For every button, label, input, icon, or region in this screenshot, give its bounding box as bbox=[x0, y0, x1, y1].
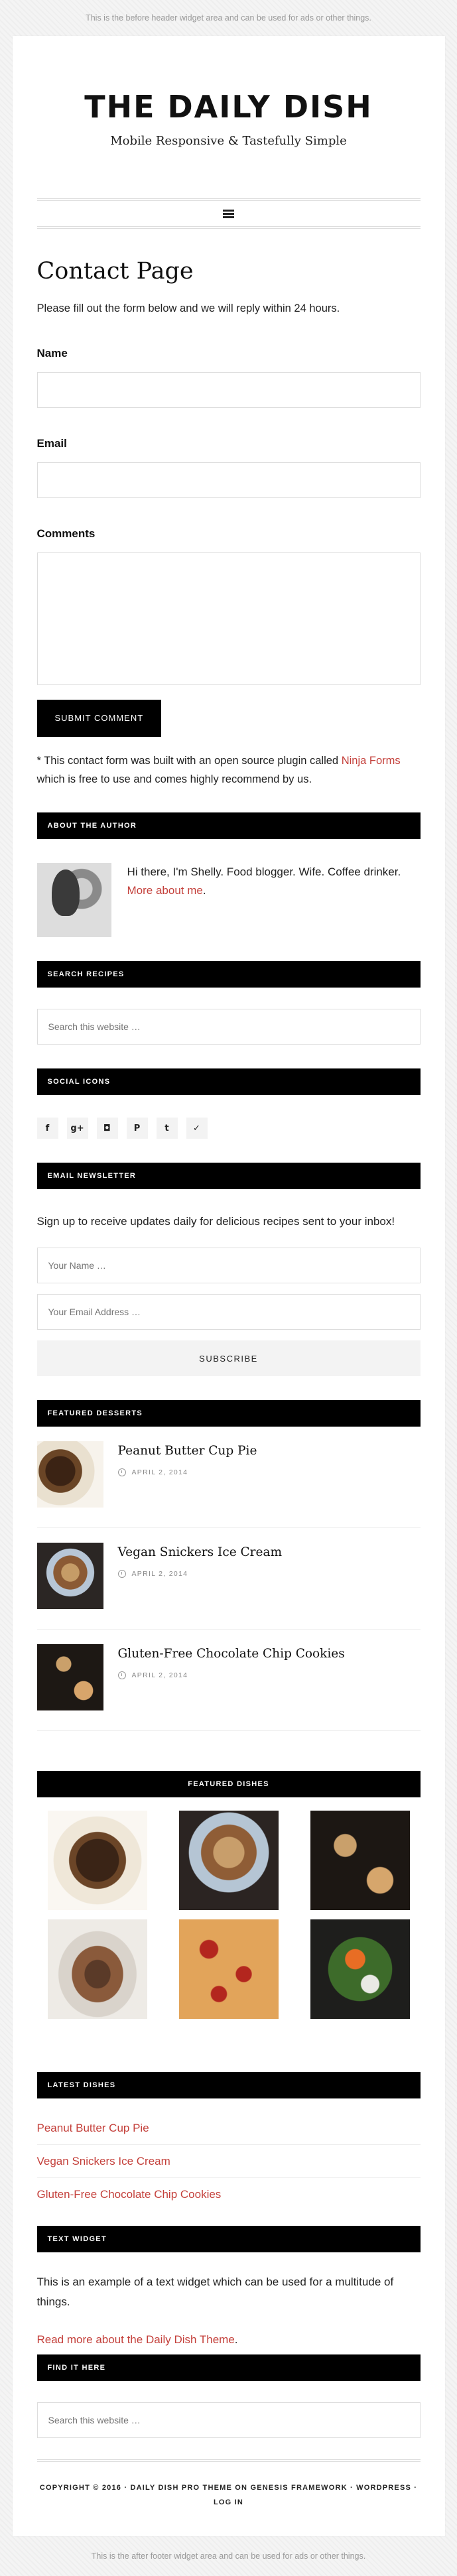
footer-search-input[interactable] bbox=[36, 2402, 421, 2438]
post-title[interactable]: Gluten-Free Chocolate Chip Cookies bbox=[118, 1647, 345, 1661]
site-description: Mobile Responsive & Tastefully Simple bbox=[110, 134, 347, 148]
widget-title: ABOUT THE AUTHOR bbox=[36, 812, 421, 839]
name-field[interactable] bbox=[36, 372, 421, 408]
page-intro: Please fill out the form below and we wi… bbox=[36, 302, 340, 314]
site-header: THE DAILY DISH Mobile Responsive & Taste… bbox=[37, 36, 421, 148]
search-recipes-widget: SEARCH RECIPES bbox=[36, 961, 421, 1045]
link-suffix: . bbox=[202, 884, 206, 897]
list-item: Gluten-Free Chocolate Chip Cookies bbox=[37, 2178, 421, 2211]
form-note-text-end: which is free to use and comes highly re… bbox=[36, 773, 312, 785]
menu-icon[interactable] bbox=[223, 209, 234, 218]
text-widget: TEXT WIDGET This is an example of a text… bbox=[36, 2226, 421, 2349]
post-date: APRIL 2, 2014 bbox=[117, 1570, 283, 1578]
ninja-forms-link[interactable]: Ninja Forms bbox=[342, 755, 401, 767]
widget-title: SOCIAL ICONS bbox=[36, 1068, 421, 1095]
clock-icon bbox=[117, 1671, 126, 1679]
search-input[interactable] bbox=[36, 1009, 421, 1045]
text-widget-body: This is an example of a text widget whic… bbox=[36, 2276, 394, 2308]
comments-label: Comments bbox=[36, 527, 96, 540]
latest-dish-link[interactable]: Vegan Snickers Ice Cream bbox=[37, 2155, 170, 2167]
post-thumbnail[interactable] bbox=[36, 1543, 103, 1609]
dish-grid bbox=[37, 1811, 421, 2019]
social-icons-row: f g+ ◘ P t ✓ bbox=[36, 1118, 421, 1139]
content: Contact Page Please fill out the form be… bbox=[36, 258, 421, 2438]
find-it-here-widget: FIND IT HERE bbox=[36, 2354, 421, 2438]
widget-title: TEXT WIDGET bbox=[36, 2226, 421, 2252]
post-date-text: APRIL 2, 2014 bbox=[131, 1570, 188, 1578]
tumblr-icon[interactable]: t bbox=[156, 1118, 178, 1139]
link-suffix: . bbox=[234, 2333, 238, 2346]
clock-icon bbox=[117, 1570, 126, 1578]
latest-dish-link[interactable]: Peanut Butter Cup Pie bbox=[37, 2122, 149, 2134]
latest-dishes-widget: LATEST DISHES Peanut Butter Cup Pie Vega… bbox=[36, 2072, 421, 2211]
submit-comment-button[interactable]: SUBMIT COMMENT bbox=[36, 700, 162, 737]
widget-title: SEARCH RECIPES bbox=[36, 961, 421, 988]
dish-image[interactable] bbox=[310, 1919, 410, 2019]
form-note-text: * This contact form was built with an op… bbox=[36, 755, 342, 767]
instagram-icon[interactable]: ◘ bbox=[96, 1118, 118, 1139]
widget-title: LATEST DISHES bbox=[36, 2072, 421, 2098]
email-label: Email bbox=[36, 437, 67, 450]
dish-image[interactable] bbox=[178, 1811, 279, 1910]
author-bio-text: Hi there, I'm Shelly. Food blogger. Wife… bbox=[127, 866, 401, 878]
site-container: THE DAILY DISH Mobile Responsive & Taste… bbox=[12, 36, 445, 2536]
widget-title: FEATURED DISHES bbox=[36, 1771, 421, 1797]
list-item: Peanut Butter Cup Pie bbox=[36, 2112, 421, 2145]
featured-post[interactable]: Gluten-Free Chocolate Chip Cookies APRIL… bbox=[36, 1630, 421, 1731]
latest-dish-link[interactable]: Gluten-Free Chocolate Chip Cookies bbox=[37, 2188, 222, 2201]
pinterest-icon[interactable]: P bbox=[126, 1118, 148, 1139]
newsletter-name-field[interactable] bbox=[36, 1248, 421, 1283]
about-author-widget: ABOUT THE AUTHOR Hi there, I'm Shelly. F… bbox=[36, 812, 421, 937]
site-footer: COPYRIGHT © 2016 · DAILY DISH PRO THEME … bbox=[36, 2459, 421, 2510]
after-footer-widget: This is the after footer widget area and… bbox=[91, 2551, 366, 2561]
email-field[interactable] bbox=[36, 462, 421, 498]
latest-dishes-list: Peanut Butter Cup Pie Vegan Snickers Ice… bbox=[36, 2112, 421, 2211]
featured-post[interactable]: Peanut Butter Cup Pie APRIL 2, 2014 bbox=[36, 1427, 421, 1528]
post-date: APRIL 2, 2014 bbox=[117, 1671, 345, 1679]
dish-image[interactable] bbox=[310, 1811, 410, 1910]
daily-dish-theme-link[interactable]: Read more about the Daily Dish Theme bbox=[37, 2333, 235, 2346]
featured-dishes-widget: FEATURED DISHES bbox=[36, 1771, 421, 2019]
email-newsletter-widget: EMAIL NEWSLETTER Sign up to receive upda… bbox=[36, 1163, 421, 1376]
dish-image[interactable] bbox=[47, 1919, 147, 2019]
comments-field[interactable] bbox=[36, 552, 421, 685]
post-title[interactable]: Peanut Butter Cup Pie bbox=[118, 1444, 257, 1458]
facebook-icon[interactable]: f bbox=[36, 1118, 58, 1139]
more-about-me-link[interactable]: More about me bbox=[127, 884, 203, 897]
twitter-icon[interactable]: ✓ bbox=[186, 1118, 208, 1139]
name-label: Name bbox=[36, 347, 68, 359]
site-title[interactable]: THE DAILY DISH bbox=[37, 89, 421, 125]
list-item: Vegan Snickers Ice Cream bbox=[36, 2145, 421, 2178]
social-icons-widget: SOCIAL ICONS f g+ ◘ P t ✓ bbox=[36, 1068, 421, 1139]
google-plus-icon[interactable]: g+ bbox=[66, 1118, 88, 1139]
post-date-text: APRIL 2, 2014 bbox=[131, 1468, 188, 1476]
newsletter-text: Sign up to receive updates daily for del… bbox=[36, 1215, 395, 1228]
text-widget-link-line: Read more about the Daily Dish Theme. bbox=[37, 2331, 421, 2349]
clock-icon bbox=[117, 1468, 126, 1476]
dish-image[interactable] bbox=[47, 1811, 147, 1910]
post-thumbnail[interactable] bbox=[36, 1441, 103, 1508]
featured-desserts-widget: FEATURED DESSERTS Peanut Butter Cup Pie … bbox=[36, 1400, 421, 1731]
post-date: APRIL 2, 2014 bbox=[117, 1468, 257, 1476]
author-bio: Hi there, I'm Shelly. Food blogger. Wife… bbox=[127, 863, 401, 937]
author-photo bbox=[36, 863, 111, 937]
form-note: * This contact form was built with an op… bbox=[37, 751, 421, 789]
widget-title: FIND IT HERE bbox=[36, 2354, 421, 2381]
dish-image[interactable] bbox=[178, 1919, 279, 2019]
widget-title: FEATURED DESSERTS bbox=[36, 1400, 421, 1427]
post-date-text: APRIL 2, 2014 bbox=[131, 1671, 188, 1679]
primary-nav bbox=[36, 198, 421, 229]
widget-title: EMAIL NEWSLETTER bbox=[36, 1163, 421, 1189]
page-title: Contact Page bbox=[36, 258, 194, 285]
post-thumbnail[interactable] bbox=[36, 1644, 103, 1710]
featured-post[interactable]: Vegan Snickers Ice Cream APRIL 2, 2014 bbox=[36, 1528, 421, 1630]
before-header-widget: This is the before header widget area an… bbox=[86, 13, 371, 23]
post-title[interactable]: Vegan Snickers Ice Cream bbox=[118, 1545, 283, 1559]
subscribe-button[interactable]: SUBSCRIBE bbox=[36, 1340, 421, 1376]
newsletter-email-field[interactable] bbox=[36, 1294, 421, 1330]
